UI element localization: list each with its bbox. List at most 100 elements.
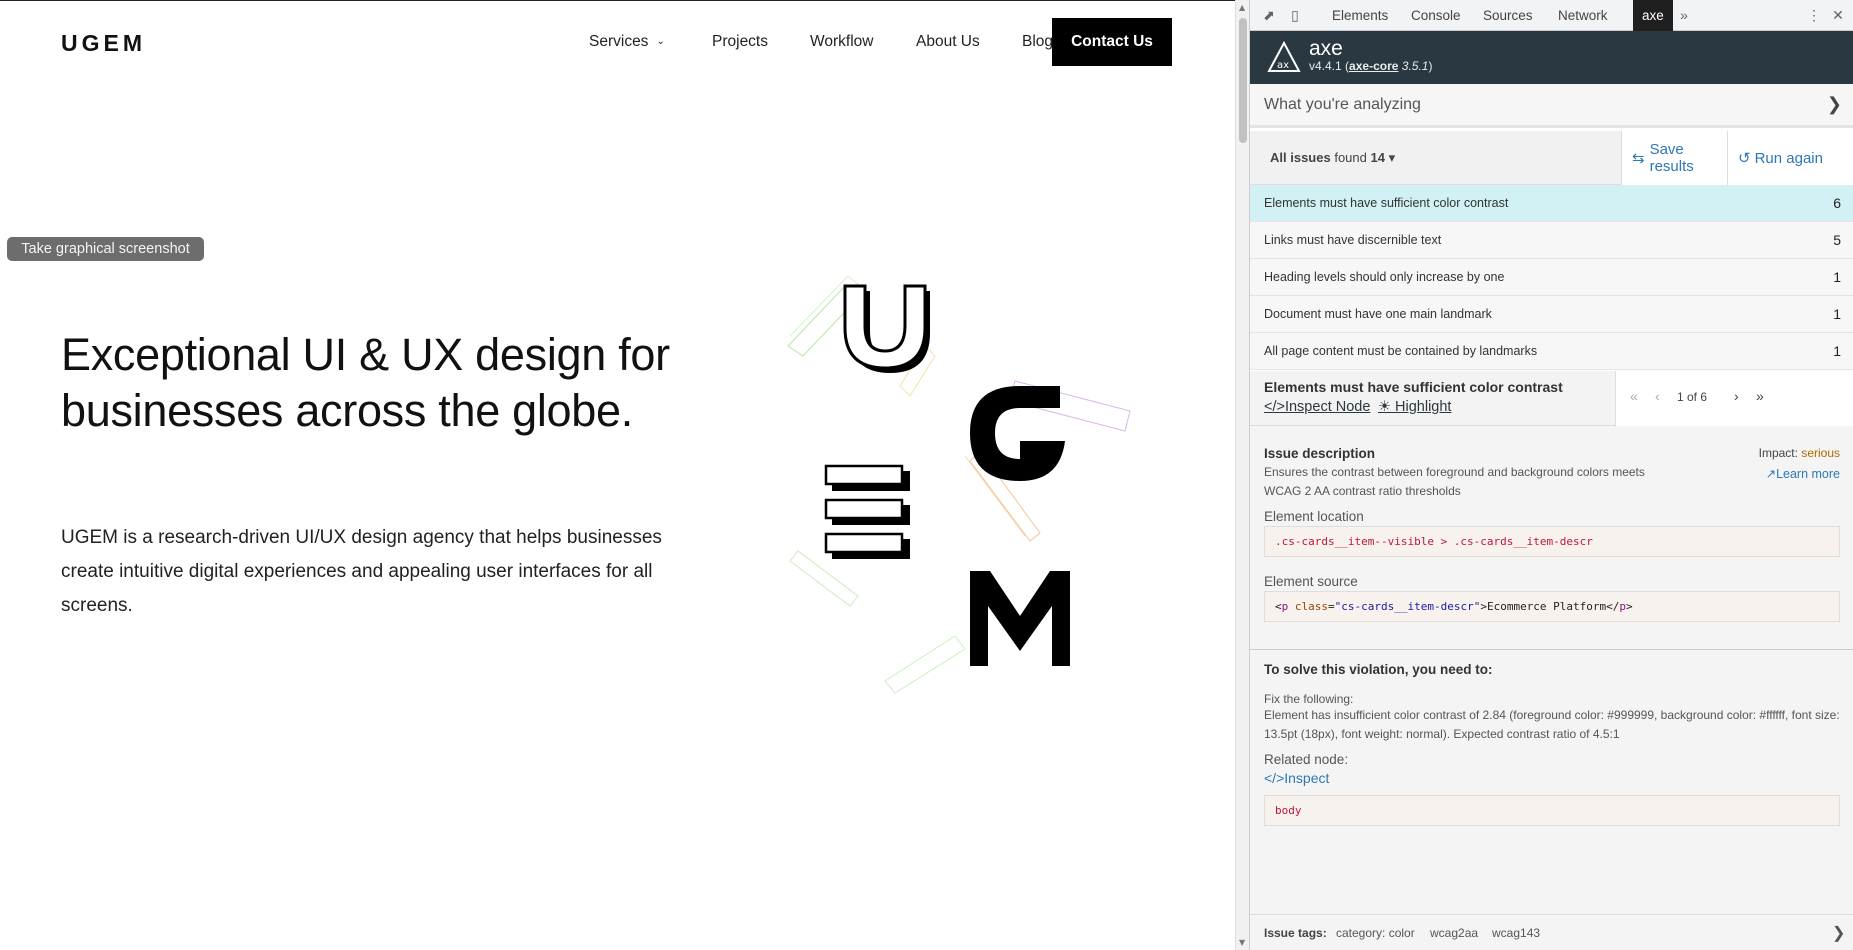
issue-description-title: Issue description <box>1264 446 1376 461</box>
device-toolbar-icon[interactable]: ▯ <box>1286 7 1304 23</box>
deco-bar <box>789 550 859 607</box>
all-issues-dropdown[interactable]: All issues found 14 ▾ <box>1270 150 1395 166</box>
nav-services[interactable]: Services ⌄ <box>589 33 665 51</box>
all-issues-label: All issues <box>1270 150 1331 165</box>
tab-axe[interactable]: axe <box>1633 0 1673 31</box>
scroll-down-arrow-icon[interactable]: ▼ <box>1239 938 1245 947</box>
tab-console[interactable]: Console <box>1402 0 1470 31</box>
learn-more-label: Learn more <box>1776 467 1840 481</box>
nav-workflow[interactable]: Workflow <box>810 33 873 51</box>
contact-us-button[interactable]: Contact Us <box>1052 18 1172 66</box>
next-page-icon[interactable]: › <box>1734 388 1739 404</box>
issues-toolbar: All issues found 14 ▾ ⇆ Save results ↺ Run… <box>1250 131 1853 185</box>
first-page-icon[interactable]: « <box>1630 388 1638 404</box>
nav-projects[interactable]: Projects <box>712 33 768 51</box>
ugem-logo[interactable]: UGEM <box>61 30 146 57</box>
kebab-menu-icon[interactable]: ⋮ <box>1805 7 1823 23</box>
axe-header: ax axe v4.4.1 (axe-core 3.5.1) <box>1250 31 1853 84</box>
found-label: found <box>1334 150 1367 165</box>
website-viewport: UGEM Services ⌄ Projects Workflow About U… <box>0 0 1235 950</box>
page-scrollbar[interactable]: ▲ ▼ <box>1235 0 1249 950</box>
fix-label: Fix the following: <box>1264 692 1354 706</box>
issue-detail-header: Elements must have sufficient color cont… <box>1250 371 1853 426</box>
rule-item[interactable]: All page content must be contained by la… <box>1250 333 1853 370</box>
hero-description: UGEM is a research-driven UI/UX design a… <box>61 527 662 616</box>
letter-m <box>970 571 1070 666</box>
scrollbar-thumb[interactable] <box>1239 18 1247 143</box>
letter-e <box>824 464 910 559</box>
element-source-label: Element source <box>1264 574 1358 589</box>
inspect-element-icon[interactable]: ⬈ <box>1260 7 1278 23</box>
issue-tag: category: color <box>1336 926 1415 940</box>
hero-title: Exceptional UI & UX design for businesse… <box>61 329 670 436</box>
inspect-node-link[interactable]: </>Inspect Node <box>1264 399 1370 415</box>
solve-section: To solve this violation, you need to: Fi… <box>1250 650 1853 914</box>
inspect-node-label: Inspect Node <box>1284 399 1371 415</box>
rule-count: 1 <box>1833 343 1841 359</box>
element-source-code[interactable]: < p class = " cs-cards__item-descr " > Ecommerc… <box>1264 591 1840 622</box>
element-location-code[interactable]: .cs-cards__item--visible > .cs-cards__it… <box>1264 526 1840 557</box>
devtools-panel: ⬈ ▯ Elements Console Sources Network axe… <box>1249 0 1853 950</box>
chevron-right-icon: ❯ <box>1826 94 1842 114</box>
tab-elements[interactable]: Elements <box>1323 0 1397 31</box>
axe-core-link[interactable]: axe-core <box>1349 59 1398 73</box>
axe-name: axe <box>1309 37 1343 60</box>
source-close-tag: p <box>1619 600 1627 613</box>
rule-label: All page content must be contained by la… <box>1264 344 1538 358</box>
svg-text:ax: ax <box>1277 60 1289 71</box>
source-text: Ecommerce Platform <box>1486 600 1607 613</box>
related-node-code[interactable]: body <box>1264 795 1840 826</box>
highlight-label: Highlight <box>1395 399 1452 415</box>
swap-arrows-icon: ⇆ <box>1632 150 1645 167</box>
nav-about-us[interactable]: About Us <box>916 33 980 51</box>
scroll-up-arrow-icon[interactable]: ▲ <box>1239 3 1245 12</box>
highlight-link[interactable]: ☀ Highlight <box>1378 399 1451 415</box>
close-icon[interactable]: ✕ <box>1829 7 1847 23</box>
run-again-button[interactable]: ↺ Run again <box>1727 131 1853 185</box>
impact-label: Impact: <box>1758 446 1798 460</box>
run-again-label: Run again <box>1754 149 1823 167</box>
save-results-label: Save results <box>1649 141 1694 175</box>
rule-item[interactable]: Document must have one main landmark 1 <box>1250 296 1853 333</box>
what-analyzing-row[interactable]: What you're analyzing ❯ <box>1250 84 1853 128</box>
issue-tag: wcag2aa <box>1430 926 1479 940</box>
external-link-icon: ↗ <box>1765 467 1777 481</box>
related-inspect-link[interactable]: </>Inspect <box>1264 770 1329 786</box>
deco-bar <box>884 635 966 694</box>
nav-services-label: Services <box>589 33 649 50</box>
source-attr-value: cs-cards__item-descr <box>1341 600 1474 613</box>
issue-tags-label: Issue tags: <box>1264 926 1327 940</box>
issue-description-section: Issue description Ensures the contrast b… <box>1250 426 1853 650</box>
double-chevron-right-icon[interactable]: » <box>1675 7 1693 23</box>
rule-item[interactable]: Links must have discernible text 5 <box>1250 222 1853 259</box>
prev-page-icon[interactable]: ‹ <box>1655 388 1660 404</box>
axe-version: v4.4.1 (axe-core 3.5.1) <box>1309 59 1433 73</box>
axe-core-version: 3.5.1 <box>1401 59 1429 73</box>
sun-icon: ☀ <box>1378 399 1391 415</box>
chevron-right-icon[interactable]: ❯ <box>1832 923 1845 943</box>
fix-text: Element has insufficient color contrast … <box>1264 708 1840 741</box>
impact-value: serious <box>1801 446 1840 460</box>
issue-count: 14 <box>1370 150 1385 165</box>
tab-sources[interactable]: Sources <box>1474 0 1542 31</box>
caret-down-icon: ▾ <box>1388 150 1396 165</box>
save-results-button[interactable]: ⇆ Save results <box>1621 131 1727 185</box>
impact-indicator: Impact: serious <box>1759 446 1840 460</box>
axe-logo-icon: ax <box>1267 41 1301 72</box>
rule-list: Elements must have sufficient color cont… <box>1250 185 1853 370</box>
learn-more-link[interactable]: ↗Learn more <box>1766 466 1840 481</box>
solve-title: To solve this violation, you need to: <box>1264 662 1493 677</box>
issue-tags-bar: Issue tags: category: color wcag2aa wcag… <box>1250 914 1853 950</box>
rule-label: Document must have one main landmark <box>1264 307 1492 321</box>
refresh-icon: ↺ <box>1738 150 1751 167</box>
last-page-icon[interactable]: » <box>1756 388 1764 404</box>
tab-network[interactable]: Network <box>1549 0 1617 31</box>
nav-blog[interactable]: Blog <box>1022 33 1053 51</box>
rule-count: 1 <box>1833 269 1841 285</box>
rule-item[interactable]: Heading levels should only increase by o… <box>1250 259 1853 296</box>
element-location-label: Element location <box>1264 509 1364 524</box>
rule-item[interactable]: Elements must have sufficient color cont… <box>1250 185 1853 222</box>
rule-label: Links must have discernible text <box>1264 233 1442 247</box>
letter-g <box>970 386 1065 481</box>
issue-description-text: Ensures the contrast between foreground … <box>1264 465 1645 498</box>
